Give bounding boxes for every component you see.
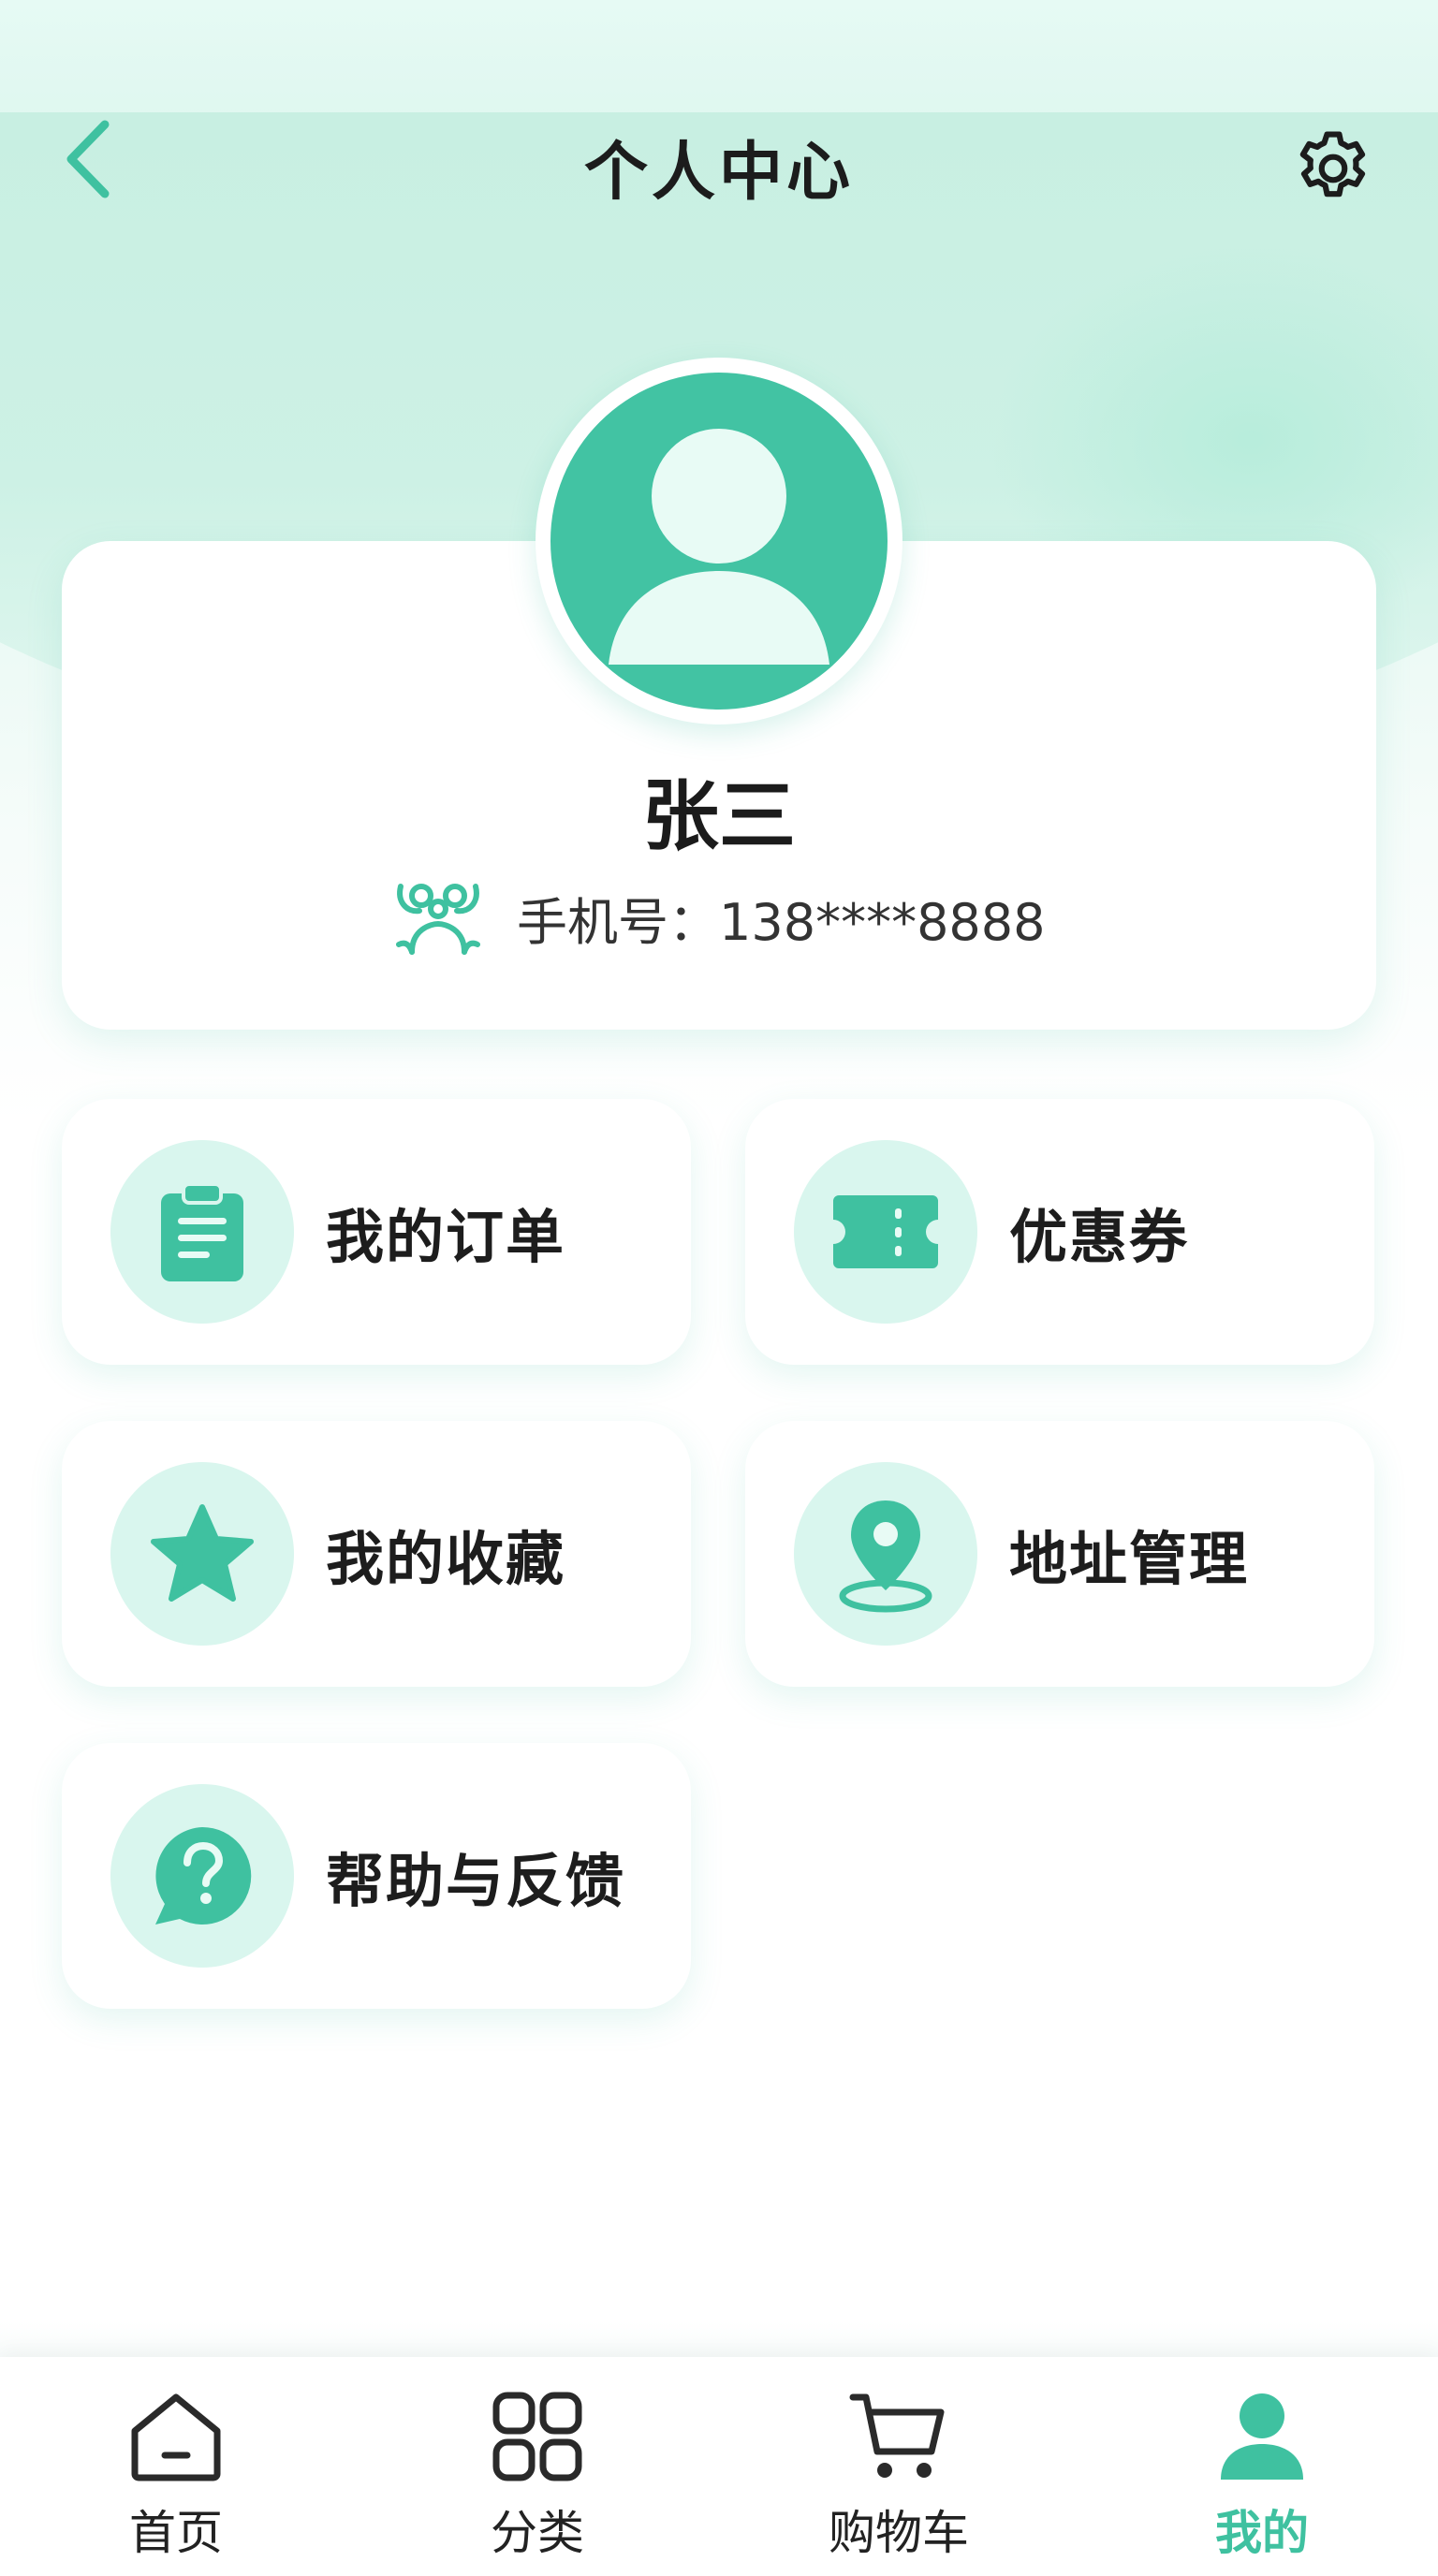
- profile-page: 个人中心 张三 手机号：138****8888 我的订单 优惠券 我的收藏 地址…: [0, 0, 1438, 2576]
- ticket-icon: [833, 1195, 938, 1268]
- tab-label-mine: 我的: [1215, 2506, 1309, 2560]
- tab-label-home: 首页: [129, 2506, 223, 2560]
- phone-row: 手机号：138****8888: [393, 871, 1046, 964]
- user-avatar-icon: [550, 373, 888, 710]
- phone-number: 手机号：138****8888: [517, 892, 1046, 952]
- menu-card-coupons[interactable]: 优惠券: [745, 1099, 1374, 1365]
- tab-cart[interactable]: 购物车: [758, 2385, 1039, 2572]
- page-title: 个人中心: [583, 136, 854, 210]
- menu-label-favorites: 我的收藏: [326, 1525, 566, 1593]
- menu-label-help: 帮助与反馈: [326, 1847, 626, 1915]
- member-badge-icon: [396, 884, 480, 955]
- menu-card-help[interactable]: 帮助与反馈: [62, 1743, 691, 2009]
- bottom-tab-bar: 首页 分类 购物车 我的: [0, 2357, 1438, 2576]
- menu-card-address[interactable]: 地址管理: [745, 1421, 1374, 1687]
- tab-home[interactable]: 首页: [36, 2385, 316, 2572]
- star-icon: [151, 1504, 254, 1602]
- home-icon: [131, 2393, 221, 2481]
- tab-category[interactable]: 分类: [397, 2385, 678, 2572]
- menu-icon-container: [110, 1140, 294, 1324]
- tab-mine[interactable]: 我的: [1122, 2385, 1402, 2572]
- settings-button[interactable]: [1284, 120, 1382, 217]
- tab-label-cart: 购物车: [829, 2506, 969, 2560]
- menu-label-orders: 我的订单: [326, 1203, 566, 1271]
- grid-icon: [492, 2392, 582, 2481]
- menu-label-coupons: 优惠券: [1009, 1203, 1190, 1271]
- menu-icon-container: [110, 1462, 294, 1646]
- avatar[interactable]: [536, 358, 902, 724]
- menu-card-orders[interactable]: 我的订单: [62, 1099, 691, 1365]
- menu-icon-container: [110, 1784, 294, 1968]
- menu-icon-container: [794, 1462, 977, 1646]
- menu-label-address: 地址管理: [1009, 1525, 1250, 1593]
- gear-icon: [1299, 131, 1366, 198]
- cart-icon: [849, 2393, 945, 2478]
- menu-icon-container: [794, 1140, 977, 1324]
- tab-label-category: 分类: [491, 2506, 584, 2560]
- menu-card-favorites[interactable]: 我的收藏: [62, 1421, 691, 1687]
- user-name: 张三: [641, 772, 796, 861]
- clipboard-icon: [161, 1182, 243, 1281]
- location-pin-icon: [839, 1500, 932, 1613]
- help-bubble-icon: [155, 1826, 252, 1925]
- user-icon: [1221, 2393, 1303, 2480]
